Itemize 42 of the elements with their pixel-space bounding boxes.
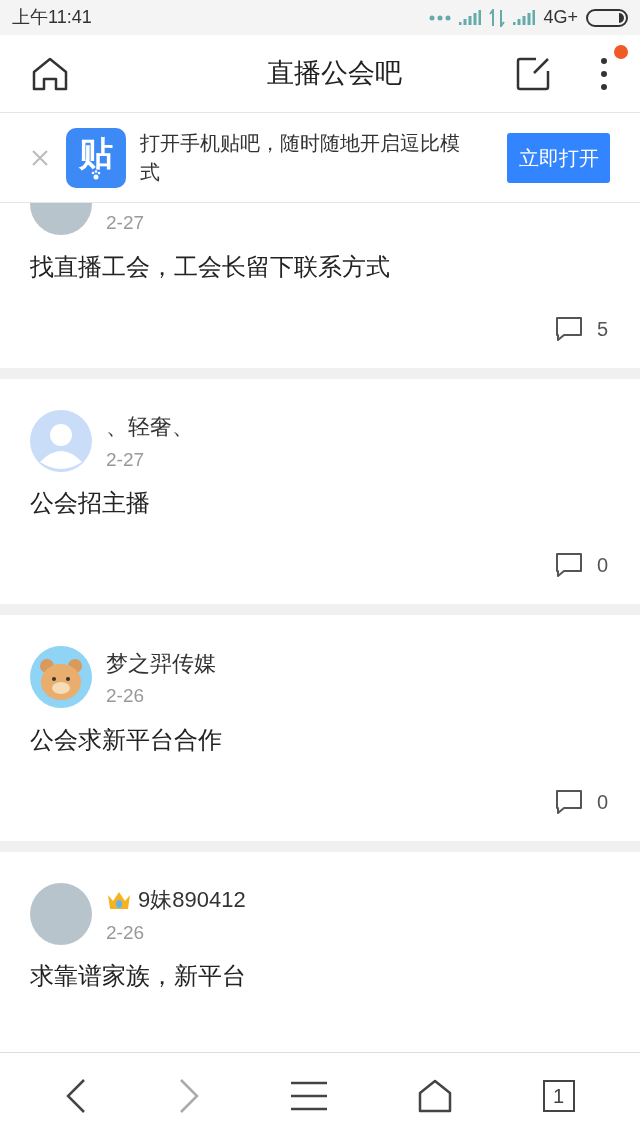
comment-count: 0 xyxy=(596,789,608,815)
author-name[interactable]: 梦之羿传媒 xyxy=(106,646,216,680)
tabs-button[interactable]: 1 xyxy=(542,1079,575,1112)
battery-icon xyxy=(586,8,628,27)
menu-icon[interactable] xyxy=(291,1080,327,1111)
post-title: 求靠谱家族，新平台 xyxy=(30,961,247,991)
comment-icon xyxy=(554,315,583,342)
post-title: 公会求新平台合作 xyxy=(30,724,223,755)
signal-icon xyxy=(459,9,482,26)
bear-avatar-icon xyxy=(30,646,92,708)
comment-icon xyxy=(554,788,583,815)
more-icon[interactable] xyxy=(600,56,608,91)
home-icon[interactable] xyxy=(32,56,68,91)
data-arrows-icon xyxy=(489,8,506,27)
edit-icon[interactable] xyxy=(516,56,550,91)
status-time: 上午11:41 xyxy=(12,6,92,29)
back-icon[interactable] xyxy=(65,1077,88,1114)
post-date: 2-26 xyxy=(106,920,146,945)
avatar-silhouette-icon xyxy=(30,409,92,472)
banner-text: 打开手机贴吧，随时随地开启逗比模式 xyxy=(140,130,460,185)
open-app-button[interactable]: 立即打开 xyxy=(507,132,610,183)
signal-icon xyxy=(513,9,536,26)
home-icon[interactable] xyxy=(417,1078,452,1113)
author-name[interactable]: 、轻奢、 xyxy=(106,410,194,443)
post-card[interactable]: 2-27 找直播工会，工会长留下联系方式 5 xyxy=(0,203,640,368)
post-card[interactable]: 9妹890412 2-26 求靠谱家族，新平台 xyxy=(0,851,640,1052)
author-name[interactable]: 9妹890412 xyxy=(138,883,246,916)
post-title: 公会招主播 xyxy=(30,488,151,518)
comment-count: 0 xyxy=(596,553,608,578)
header-title: 直播公会吧 xyxy=(266,57,402,91)
comment-count: 5 xyxy=(596,316,608,342)
post-title: 找直播工会，工会长留下联系方式 xyxy=(30,251,391,282)
logo-text: 贴 xyxy=(79,135,113,170)
post-date: 2-26 xyxy=(106,684,146,708)
comment-icon xyxy=(554,552,583,578)
post-date: 2-27 xyxy=(106,211,145,235)
post-card[interactable]: 梦之羿传媒 2-26 公会求新平台合作 0 xyxy=(0,615,640,841)
post-date: 2-27 xyxy=(106,447,146,472)
paw-icon xyxy=(91,169,101,180)
network-type: 4G+ xyxy=(543,6,578,29)
dots-icon xyxy=(429,14,452,21)
post-card[interactable]: 、轻奢、 2-27 公会招主播 0 xyxy=(0,378,640,604)
